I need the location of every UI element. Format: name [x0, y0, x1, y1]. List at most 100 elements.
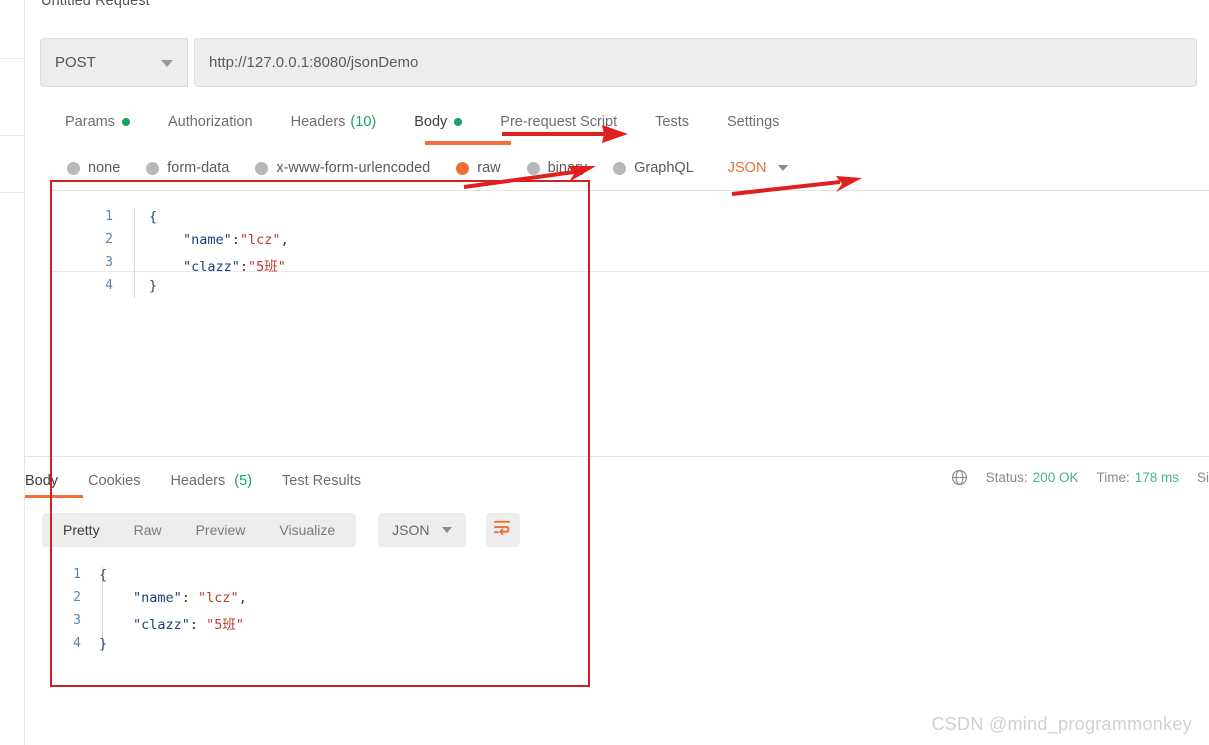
response-tab-headers[interactable]: Headers (5) [170, 473, 252, 489]
tab-pre-request-script-label: Pre-request Script [500, 114, 618, 130]
token-plain: : [239, 259, 249, 275]
response-format-select[interactable]: JSON [378, 513, 466, 547]
radio-icon [526, 161, 540, 175]
response-tab-cookies-label: Cookies [88, 473, 141, 489]
radio-none-label: none [88, 160, 121, 176]
token-val: "5班" [206, 617, 245, 633]
token-val: "5班" [248, 259, 286, 275]
radio-selected-icon [456, 161, 470, 175]
time-label: Time: [1096, 470, 1130, 485]
url-input[interactable]: http://127.0.0.1:8080/jsonDemo [194, 38, 1197, 87]
radio-icon [146, 161, 160, 175]
token-punct: { [149, 209, 158, 225]
tab-tests[interactable]: Tests [655, 114, 689, 130]
http-method-select[interactable]: POST [40, 38, 188, 87]
editor-fold-guide [134, 208, 135, 298]
response-tab-headers-count: (5) [234, 473, 253, 489]
time-value: 178 ms [1134, 470, 1179, 485]
line-number: 3 [73, 613, 81, 628]
token-punct: } [149, 278, 158, 294]
code-line: "name": "lcz", [133, 590, 247, 606]
url-bar: POST http://127.0.0.1:8080/jsonDemo [40, 38, 1197, 87]
radio-none[interactable]: none [67, 160, 120, 176]
request-pane: Untitled Request POST http://127.0.0.1:8… [25, 0, 1209, 455]
radio-icon [613, 161, 627, 175]
token-plain: , [238, 590, 247, 606]
view-mode-preview[interactable]: Preview [179, 513, 263, 547]
view-mode-visualize[interactable]: Visualize [262, 513, 352, 547]
token-plain: : [189, 617, 207, 633]
body-type-radio-group: none form-data x-www-form-urlencoded raw… [67, 157, 789, 179]
token-punct: } [99, 636, 108, 652]
radio-graphql-label: GraphQL [634, 160, 694, 176]
radio-x-www-form-urlencoded-label: x-www-form-urlencoded [276, 160, 431, 176]
watermark: CSDN @mind_programmonkey [931, 714, 1192, 734]
response-tabs: Body Cookies Headers (5) Test Results [25, 469, 391, 493]
tab-settings[interactable]: Settings [727, 114, 779, 130]
tab-params-label: Params [65, 114, 115, 130]
tab-pre-request-script[interactable]: Pre-request Script [500, 114, 617, 130]
code-line: } [149, 278, 157, 294]
active-response-tab-indicator [25, 495, 83, 498]
response-pane: Body Cookies Headers (5) Test Results St… [25, 456, 1209, 745]
tab-authorization-label: Authorization [167, 114, 253, 130]
request-title: Untitled Request [41, 0, 150, 9]
radio-raw[interactable]: raw [456, 160, 501, 176]
tab-body[interactable]: Body [414, 114, 463, 130]
radio-form-data-label: form-data [167, 160, 230, 176]
response-tab-test-results-label: Test Results [282, 473, 362, 489]
chevron-down-icon [161, 59, 173, 67]
radio-binary-label: binary [547, 160, 588, 176]
code-line: "name":"lcz", [183, 232, 289, 248]
line-number: 1 [73, 567, 81, 582]
radio-icon [67, 161, 80, 175]
token-plain: : [231, 232, 240, 248]
radio-form-data[interactable]: form-data [146, 160, 229, 176]
radio-binary[interactable]: binary [526, 160, 588, 176]
radio-raw-label: raw [477, 160, 501, 176]
response-tab-body[interactable]: Body [25, 473, 58, 489]
tab-tests-label: Tests [655, 114, 689, 130]
view-mode-raw[interactable]: Raw [117, 513, 179, 547]
code-line: { [149, 209, 157, 225]
left-sidebar-rail [0, 0, 25, 745]
response-tab-test-results[interactable]: Test Results [282, 473, 361, 489]
raw-format-select[interactable]: JSON [728, 160, 789, 176]
tab-headers[interactable]: Headers (10) [291, 114, 377, 130]
response-format-label: JSON [392, 522, 430, 538]
raw-format-label: JSON [727, 160, 767, 176]
token-key: "clazz" [183, 259, 240, 275]
radio-icon [255, 161, 269, 175]
tab-body-label: Body [414, 114, 448, 130]
response-tab-body-label: Body [25, 473, 59, 489]
url-value: http://127.0.0.1:8080/jsonDemo [209, 54, 419, 71]
tab-authorization[interactable]: Authorization [168, 114, 253, 130]
line-number: 3 [105, 255, 113, 270]
tab-params[interactable]: Params [65, 114, 130, 130]
size-label: Si [1196, 470, 1209, 485]
response-view-toolbar: Pretty Raw Preview Visualize JSON [42, 513, 520, 547]
token-val: "lcz" [198, 590, 239, 606]
request-body-editor[interactable]: 1{2 "name":"lcz", 3 "clazz":"5班" 4} [50, 190, 1209, 452]
token-key: "clazz" [133, 617, 190, 633]
green-dot-icon [121, 118, 130, 126]
response-tab-cookies[interactable]: Cookies [88, 473, 140, 489]
token-punct: { [99, 567, 108, 583]
status-value: 200 OK [1032, 470, 1079, 485]
radio-x-www-form-urlencoded[interactable]: x-www-form-urlencoded [255, 160, 430, 176]
line-number: 2 [73, 590, 81, 605]
radio-graphql[interactable]: GraphQL [613, 160, 694, 176]
view-mode-pretty[interactable]: Pretty [46, 513, 117, 547]
wrap-lines-button[interactable] [485, 513, 520, 547]
token-key: "name" [133, 590, 182, 606]
http-method-label: POST [55, 54, 96, 71]
green-dot-icon [454, 118, 463, 126]
chevron-down-icon [441, 527, 452, 533]
response-status-bar: Status: 200 OK Time: 178 ms Si [951, 469, 1209, 486]
tab-headers-count: (10) [350, 114, 377, 130]
token-val: "lcz" [239, 232, 281, 248]
line-number: 4 [105, 278, 113, 293]
line-number: 1 [105, 209, 113, 224]
code-line: "clazz": "5班" [133, 613, 244, 633]
code-line: } [99, 636, 107, 652]
